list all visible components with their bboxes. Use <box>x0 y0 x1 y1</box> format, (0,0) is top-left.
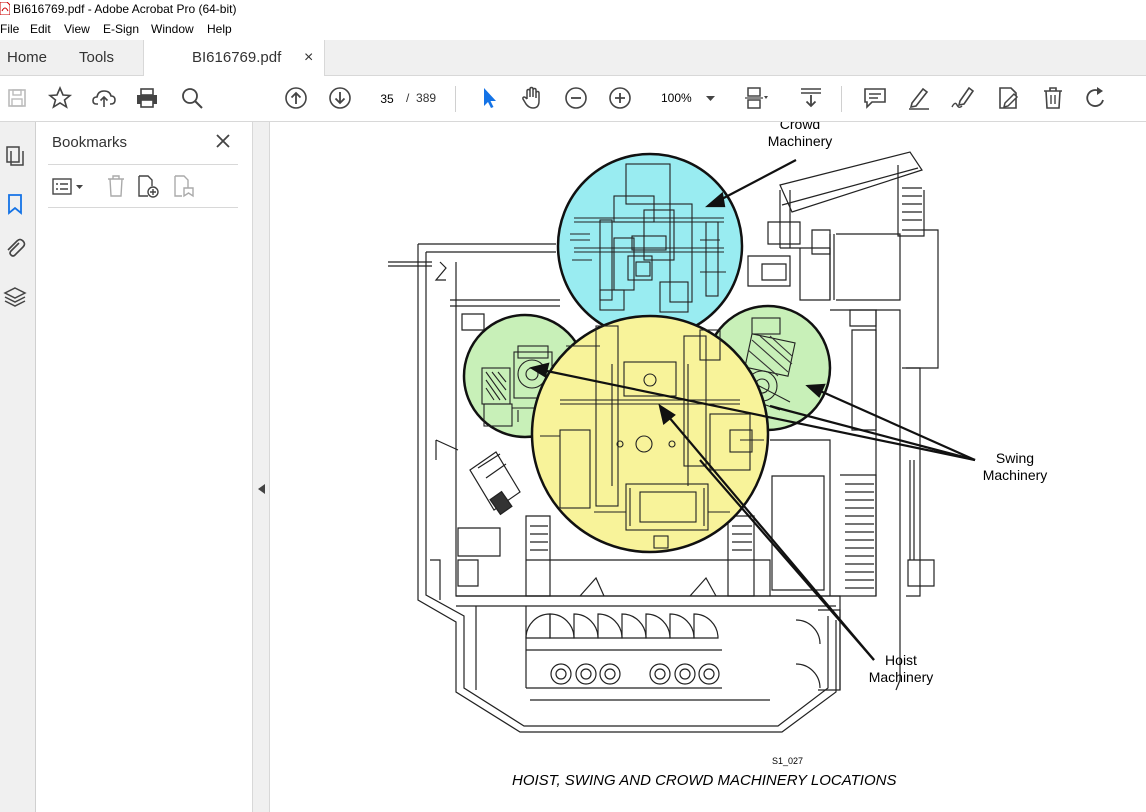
menu-window[interactable]: Window <box>151 18 194 40</box>
chevron-down-icon <box>706 96 715 101</box>
page-separator: / <box>406 91 410 105</box>
bookmark-tag-icon[interactable] <box>172 174 196 198</box>
fit-page-icon[interactable] <box>742 85 768 111</box>
tab-close-icon[interactable]: × <box>304 40 313 76</box>
scroll-mode-icon[interactable] <box>798 85 824 111</box>
hoist-machinery-circle <box>530 314 770 554</box>
swing-machinery-label: Swing Machinery <box>965 450 1065 484</box>
panel-divider <box>48 207 238 208</box>
select-cursor-icon[interactable] <box>476 85 502 111</box>
figure-caption: HOIST, SWING AND CROWD MACHINERY LOCATIO… <box>512 772 897 789</box>
crowd-machinery-circle <box>556 152 744 340</box>
page-number-input[interactable]: 35 <box>371 87 403 111</box>
delete-icon[interactable] <box>1040 85 1066 111</box>
hand-tool-icon[interactable] <box>519 85 545 111</box>
attachments-icon[interactable] <box>3 236 27 260</box>
toolbar-separator <box>841 86 842 112</box>
save-icon[interactable] <box>4 85 30 111</box>
edit-pdf-icon[interactable] <box>995 85 1021 111</box>
search-icon[interactable] <box>179 85 205 111</box>
crowd-label-line1: Crowd <box>779 122 821 132</box>
zoom-out-icon[interactable] <box>563 85 589 111</box>
inclined-motor <box>469 451 521 516</box>
bookmarks-title: Bookmarks <box>52 134 128 151</box>
tab-bar: Home Tools BI616769.pdf × <box>0 40 1146 77</box>
highlight-pen-icon[interactable] <box>906 85 932 111</box>
close-icon[interactable] <box>214 132 232 150</box>
navigation-rail <box>0 122 36 812</box>
page-count: / 389 <box>406 87 436 109</box>
menu-view[interactable]: View <box>64 18 90 40</box>
menu-edit[interactable]: Edit <box>30 18 51 40</box>
delete-bookmark-icon[interactable] <box>106 174 126 198</box>
print-icon[interactable] <box>134 85 160 111</box>
tab-tools[interactable]: Tools <box>79 40 114 76</box>
bookmarks-icon[interactable] <box>3 192 27 216</box>
layers-icon[interactable] <box>3 285 27 309</box>
window-title: BI616769.pdf - Adobe Acrobat Pro (64-bit… <box>13 2 237 16</box>
new-bookmark-icon[interactable] <box>136 174 160 198</box>
page-thumbnails-icon[interactable] <box>3 144 27 168</box>
menu-e-sign[interactable]: E-Sign <box>103 18 139 40</box>
zoom-dropdown[interactable]: 100% <box>656 87 720 109</box>
previous-page-icon[interactable] <box>283 85 309 111</box>
tab-home[interactable]: Home <box>7 40 47 76</box>
hoist-machinery-label: Hoist Machinery <box>851 652 951 686</box>
page-total: 389 <box>416 91 437 105</box>
bookmarks-panel: Bookmarks <box>36 122 252 812</box>
hoist-label-line2: Machinery <box>868 669 934 685</box>
rotate-icon[interactable] <box>1083 85 1109 111</box>
crowd-machinery-label: Crowd Machinery <box>750 122 850 150</box>
zoom-in-icon[interactable] <box>607 85 633 111</box>
cloud-upload-icon[interactable] <box>91 85 117 111</box>
acrobat-app-icon <box>0 2 10 15</box>
zoom-value: 100% <box>661 91 692 105</box>
panel-collapse-strip[interactable] <box>252 122 270 812</box>
draw-signature-icon[interactable] <box>950 85 976 111</box>
tab-document[interactable]: BI616769.pdf × <box>143 40 325 77</box>
swing-label-line2: Machinery <box>982 467 1048 483</box>
menu-file[interactable]: File <box>0 18 19 40</box>
crowd-label-line2: Machinery <box>767 133 833 149</box>
figure-id: S1_027 <box>772 756 804 766</box>
swing-label-line1: Swing <box>995 450 1035 466</box>
main-toolbar: 35 / 389 100% <box>0 76 1146 122</box>
toolbar-separator <box>455 86 456 112</box>
menu-help[interactable]: Help <box>207 18 232 40</box>
tab-document-label: BI616769.pdf <box>192 49 282 66</box>
panel-divider <box>48 164 238 165</box>
comment-icon[interactable] <box>862 85 888 111</box>
next-page-icon[interactable] <box>327 85 353 111</box>
filter-canisters <box>550 663 720 685</box>
document-view[interactable]: Crowd Machinery Swing Machinery Hoist Ma… <box>270 122 1146 812</box>
collapse-arrow-icon <box>258 484 265 494</box>
menu-bar: File Edit View E-Sign Window Help <box>0 18 1146 40</box>
bookmark-options-icon[interactable] <box>52 178 88 196</box>
bookmark-star-icon[interactable] <box>47 85 73 111</box>
hoist-label-line1: Hoist <box>885 652 917 668</box>
title-bar: BI616769.pdf - Adobe Acrobat Pro (64-bit… <box>0 0 1146 18</box>
